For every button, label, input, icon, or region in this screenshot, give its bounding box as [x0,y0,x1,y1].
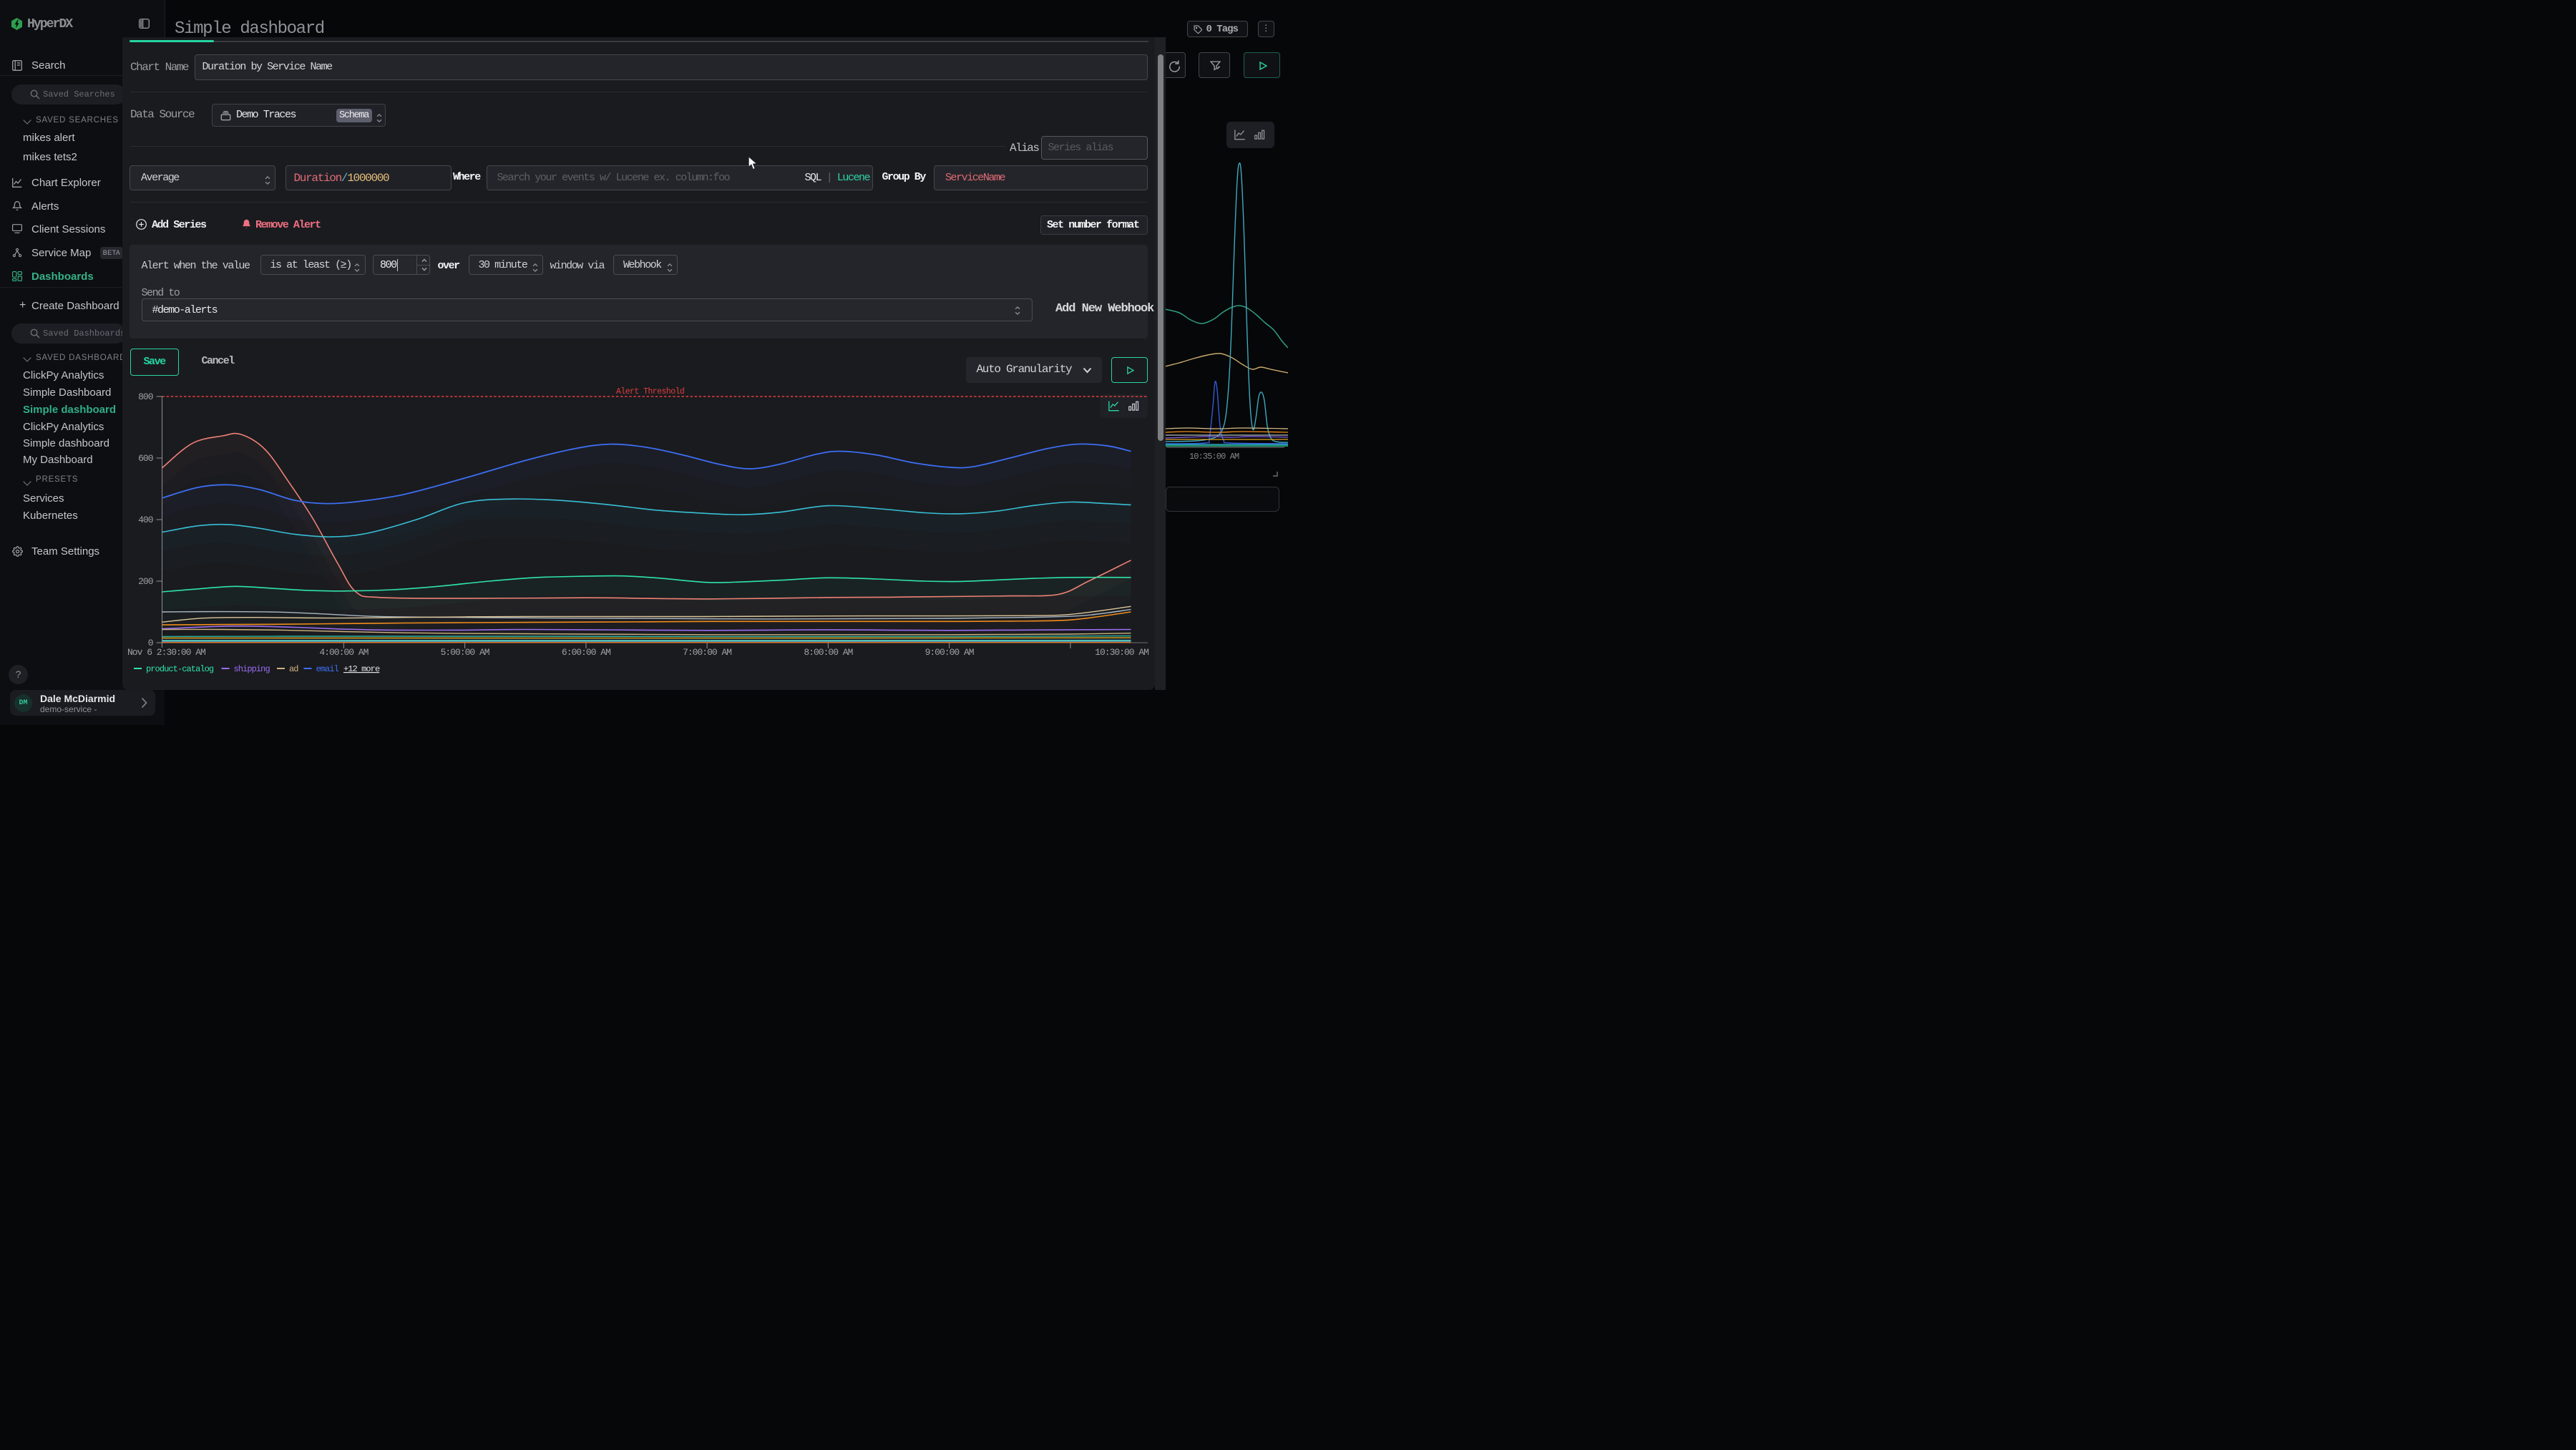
svg-text:800: 800 [138,391,153,402]
svg-text:200: 200 [138,576,153,587]
svg-text:email: email [316,664,339,674]
svg-text:+12 more: +12 more [343,664,380,674]
svg-text:Nov 6 2:30:00 AM: Nov 6 2:30:00 AM [127,647,205,658]
svg-text:6:00:00 AM: 6:00:00 AM [562,647,610,658]
svg-text:400: 400 [138,515,153,525]
svg-text:8:00:00 AM: 8:00:00 AM [804,647,852,658]
svg-text:ad: ad [289,664,298,674]
svg-text:product-catalog: product-catalog [146,664,214,674]
svg-text:10:30:00 AM: 10:30:00 AM [1095,647,1148,658]
svg-text:7:00:00 AM: 7:00:00 AM [683,647,731,658]
svg-text:Alert Threshold: Alert Threshold [616,387,684,396]
svg-text:5:00:00 AM: 5:00:00 AM [441,647,489,658]
svg-text:shipping: shipping [234,664,270,674]
svg-text:9:00:00 AM: 9:00:00 AM [925,647,974,658]
svg-text:4:00:00 AM: 4:00:00 AM [319,647,368,658]
svg-text:600: 600 [138,453,153,464]
